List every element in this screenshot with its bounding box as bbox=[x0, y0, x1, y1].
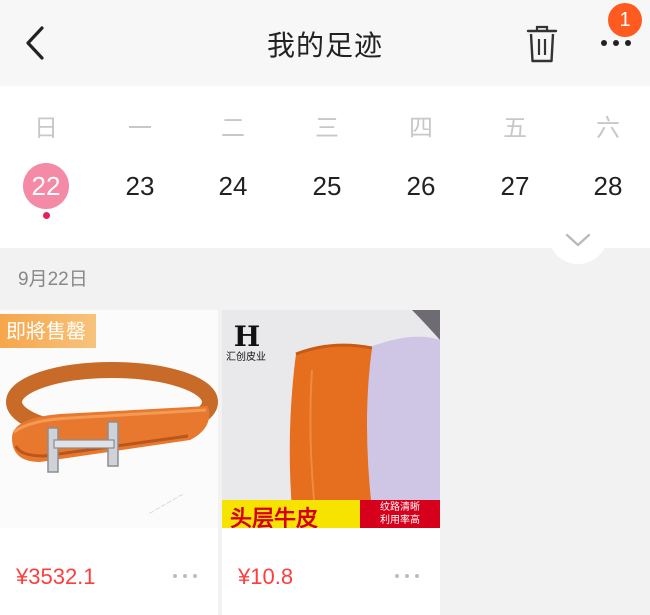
weekday-tue: 二 bbox=[221, 115, 245, 142]
calendar-day-28[interactable]: 28 bbox=[578, 166, 638, 206]
calendar-day-22[interactable]: 22 bbox=[16, 166, 76, 206]
product-card[interactable]: ~~~~~~ 即將售罄 ¥3532.1 bbox=[0, 310, 218, 615]
more-options-icon[interactable] bbox=[596, 36, 636, 50]
promo-subtext: 纹路清晰 利用率高 bbox=[360, 500, 440, 528]
product-price: ¥10.8 bbox=[238, 564, 294, 589]
trash-icon[interactable] bbox=[522, 22, 562, 66]
product-price: ¥3532.1 bbox=[16, 564, 96, 589]
product-image[interactable]: ~~~~~~ 即將售罄 bbox=[0, 310, 218, 528]
notification-badge: 1 bbox=[608, 3, 642, 37]
calendar-day-25[interactable]: 25 bbox=[297, 166, 357, 206]
card-more-icon[interactable] bbox=[392, 572, 422, 580]
calendar-day-27[interactable]: 27 bbox=[485, 166, 545, 206]
calendar-day-24[interactable]: 24 bbox=[203, 166, 263, 206]
weekday-fri: 五 bbox=[503, 115, 527, 142]
weekday-mon: 一 bbox=[128, 115, 152, 142]
calendar-day-26[interactable]: 26 bbox=[391, 166, 451, 206]
promo-subtext-line2: 利用率高 bbox=[380, 515, 420, 526]
promo-subtext-line1: 纹路清晰 bbox=[380, 502, 420, 513]
weekday-sun: 日 bbox=[34, 115, 58, 142]
nav-header: 我的足迹 1 bbox=[0, 0, 650, 86]
card-more-icon[interactable] bbox=[170, 572, 200, 580]
has-history-dot bbox=[43, 212, 50, 219]
product-image[interactable]: H 汇创皮业 头层牛皮 纹路清晰 利用率高 bbox=[222, 310, 440, 528]
sale-tag: 即將售罄 bbox=[0, 314, 96, 348]
promo-headline: 头层牛皮 bbox=[230, 507, 319, 528]
weekday-wed: 三 bbox=[315, 115, 339, 142]
weekday-thu: 四 bbox=[409, 115, 433, 142]
brand-name: 汇创皮业 bbox=[226, 352, 266, 363]
section-date-label: 9月22日 bbox=[18, 269, 88, 290]
weekday-sat: 六 bbox=[596, 115, 620, 142]
product-card[interactable]: H 汇创皮业 头层牛皮 纹路清晰 利用率高 ¥10.8 bbox=[222, 310, 440, 615]
calendar-day-23[interactable]: 23 bbox=[110, 166, 170, 206]
chevron-down-icon[interactable] bbox=[564, 232, 592, 248]
